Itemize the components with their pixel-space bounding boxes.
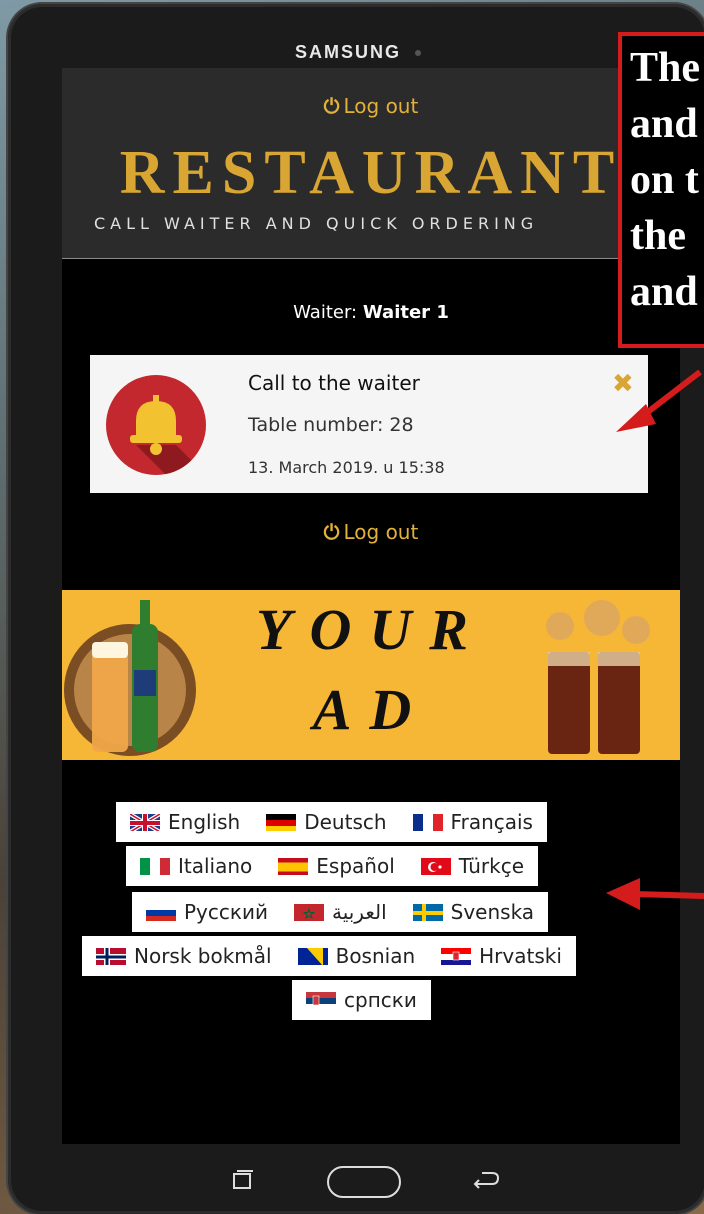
language-row-3: Русский العربية Svenska xyxy=(132,892,549,932)
language-row-1: English Deutsch Français xyxy=(116,802,547,842)
language-turkce[interactable]: Türkçe xyxy=(420,854,525,878)
turkey-flag-icon xyxy=(420,857,451,875)
ad-banner[interactable]: YOUR AD xyxy=(62,590,680,760)
back-icon xyxy=(473,1172,500,1189)
uk-flag-icon xyxy=(130,813,160,831)
close-icon[interactable]: ✖ xyxy=(612,369,634,399)
waiter-name: Waiter 1 xyxy=(362,302,449,323)
app-tagline: CALL WAITER AND QUICK ORDERING xyxy=(94,214,539,233)
logout-link-bottom[interactable]: ⏻ Log out xyxy=(62,520,680,544)
logout-link-top[interactable]: ⏻ Log out xyxy=(62,94,680,118)
ad-text-line1: YOUR xyxy=(256,597,486,662)
app-title: RESTAURANT xyxy=(119,139,623,207)
language-svenska[interactable]: Svenska xyxy=(412,900,535,924)
language-deutsch[interactable]: Deutsch xyxy=(266,810,387,834)
waiter-call-notification: Call to the waiter Table number: 28 13. … xyxy=(90,355,648,493)
sweden-flag-icon xyxy=(412,903,443,921)
notification-table: Table number: 28 xyxy=(248,414,414,436)
language-english[interactable]: English xyxy=(130,810,240,834)
power-icon: ⏻ xyxy=(323,520,340,544)
language-row-2: Italiano Español Türkçe xyxy=(126,846,539,886)
app-screen: ⏻ Log out RESTAURANT CALL WAITER AND QUIC… xyxy=(62,68,680,1144)
italy-flag-icon xyxy=(140,857,170,875)
norway-flag-icon xyxy=(96,947,126,965)
france-flag-icon xyxy=(412,813,443,831)
language-label: Español xyxy=(316,854,395,878)
language-label: Deutsch xyxy=(304,810,387,834)
language-label: Bosnian xyxy=(335,944,416,968)
language-srpski[interactable]: српски xyxy=(306,988,417,1012)
language-label: Türkçe xyxy=(458,854,525,878)
notification-datetime: 13. March 2019. u 15:38 xyxy=(248,458,445,477)
bell-icon xyxy=(106,375,206,475)
tablet-frame: SAMSUNG ⏻ Log out RESTAURANT CALL WAITER … xyxy=(8,4,704,1214)
ad-text-line2: AD xyxy=(312,677,430,742)
language-row-4: Norsk bokmål Bosnian Hrvatski xyxy=(82,936,576,976)
language-italiano[interactable]: Italiano xyxy=(140,854,252,878)
header: ⏻ Log out RESTAURANT CALL WAITER AND QUIC… xyxy=(62,68,680,259)
bosnia-flag-icon xyxy=(297,947,328,965)
language-label: Русский xyxy=(184,900,268,924)
device-brand: SAMSUNG xyxy=(8,42,704,63)
logout-label: Log out xyxy=(343,94,419,118)
language-russian[interactable]: Русский xyxy=(146,900,268,924)
language-row-5: српски xyxy=(292,980,431,1020)
morocco-flag-icon xyxy=(293,903,324,921)
recent-apps-icon xyxy=(233,1170,253,1189)
camera-dot xyxy=(415,50,421,57)
power-icon: ⏻ xyxy=(323,94,340,118)
annotation-callout: The and on t the and xyxy=(618,32,704,348)
logout-label: Log out xyxy=(343,520,419,544)
language-label: Français xyxy=(450,810,533,834)
language-label: العربية xyxy=(331,900,387,924)
language-bosnian[interactable]: Bosnian xyxy=(297,944,416,968)
language-label: English xyxy=(168,810,241,834)
language-label: Hrvatski xyxy=(479,944,562,968)
russia-flag-icon xyxy=(146,903,176,921)
language-label: Norsk bokmål xyxy=(134,944,272,968)
croatia-flag-icon xyxy=(441,947,472,965)
language-label: српски xyxy=(344,988,417,1012)
android-nav-bar xyxy=(8,1164,704,1204)
germany-flag-icon xyxy=(266,813,297,831)
language-arabic[interactable]: العربية xyxy=(293,900,387,924)
notification-title: Call to the waiter xyxy=(248,371,420,395)
language-hrvatski[interactable]: Hrvatski xyxy=(441,944,562,968)
home-button-icon xyxy=(327,1166,401,1198)
language-espanol[interactable]: Español xyxy=(278,854,395,878)
spain-flag-icon xyxy=(278,857,309,875)
annotation-text: The and on t the and xyxy=(630,45,701,315)
language-francais[interactable]: Français xyxy=(412,810,533,834)
waiter-info: Waiter: Waiter 1 xyxy=(62,302,680,323)
serbia-flag-icon xyxy=(306,991,336,1009)
waiter-prefix: Waiter: xyxy=(293,302,358,323)
language-label: Italiano xyxy=(178,854,253,878)
language-label: Svenska xyxy=(450,900,535,924)
language-norsk[interactable]: Norsk bokmål xyxy=(96,944,272,968)
